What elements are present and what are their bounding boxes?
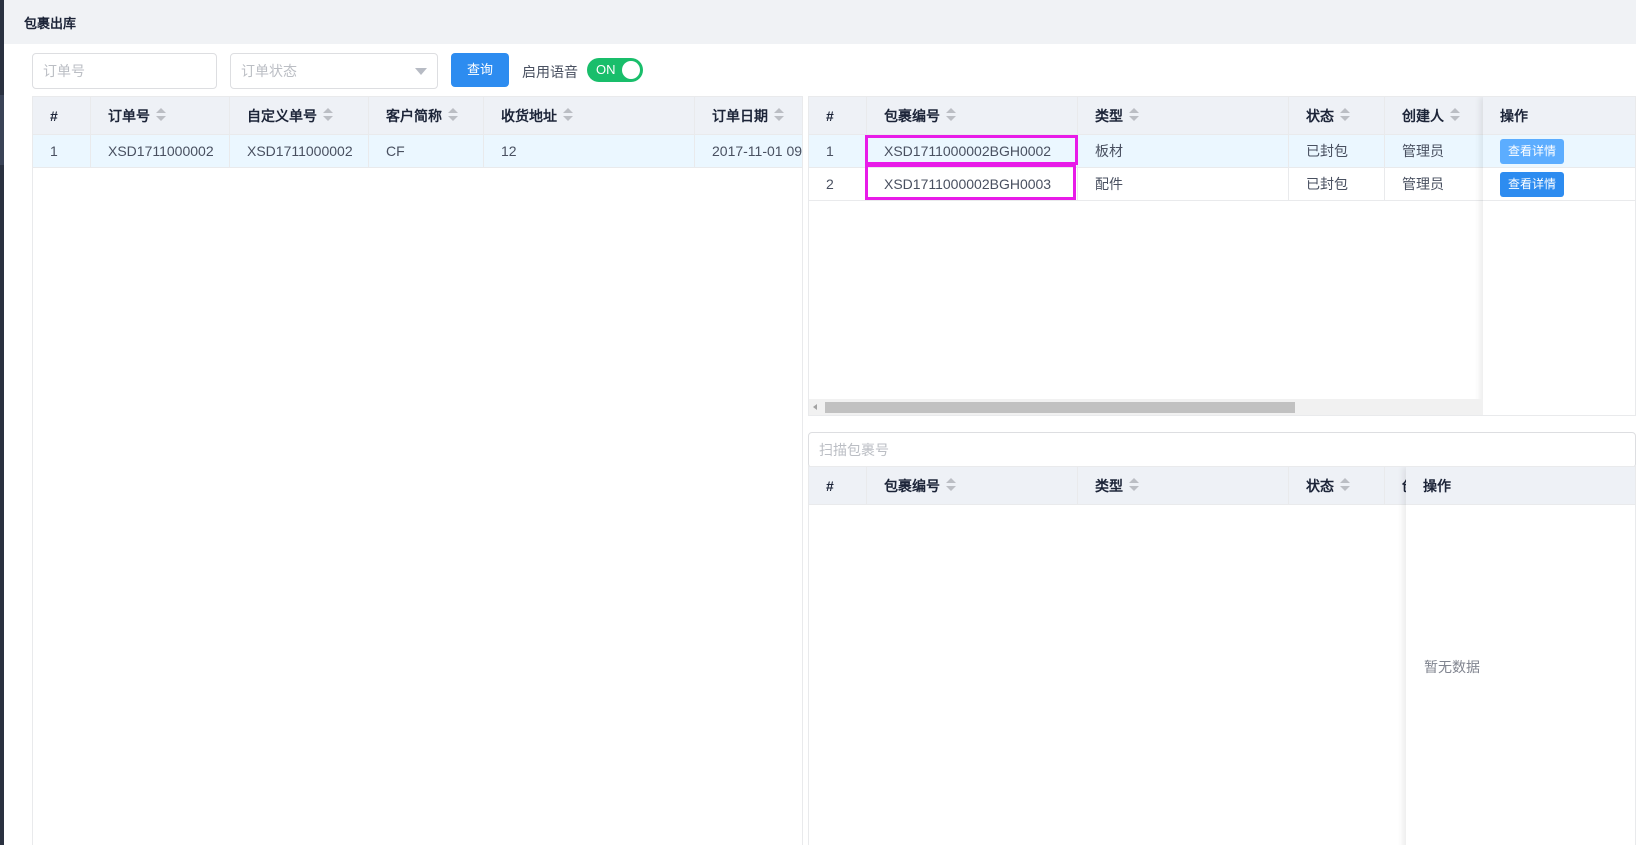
orders-table: # 订单号 自定义单号 客户简称 收货地址 订单日期 1 XSD17110000… [32, 96, 803, 845]
packages-col-package-no[interactable]: 包裹编号 [867, 97, 1078, 135]
cell-order-date: 2017-11-01 09: [712, 143, 803, 159]
action-header: 操作 [1406, 467, 1635, 505]
cell-index: 1 [809, 135, 867, 168]
content-card: 订单号 订单状态 查询 启用语音 ON # 订单号 自定义单号 客户简称 收货地… [24, 44, 1636, 845]
order-no-input[interactable]: 订单号 [32, 53, 217, 89]
orders-table-header: # 订单号 自定义单号 客户简称 收货地址 订单日期 [33, 97, 802, 135]
order-no-placeholder: 订单号 [43, 63, 85, 79]
query-button[interactable]: 查询 [451, 53, 509, 87]
sort-icon[interactable] [323, 108, 333, 122]
action-header: 操作 [1483, 97, 1635, 135]
orders-col-index: # [33, 97, 91, 135]
cell-type: 配件 [1078, 168, 1289, 201]
order-status-placeholder: 订单状态 [241, 63, 297, 79]
sort-icon[interactable] [448, 108, 458, 122]
cell-address: 12 [484, 135, 695, 168]
cell-creator: 管理员 [1402, 143, 1444, 159]
scanned-col-status[interactable]: 状态 [1289, 467, 1385, 505]
action-col-label: 操作 [1423, 478, 1451, 494]
packages-col-type[interactable]: 类型 [1078, 97, 1289, 135]
packages-col-creator[interactable]: 创建人 [1385, 97, 1485, 135]
orders-col-date[interactable]: 订单日期 [695, 97, 802, 135]
left-rail [0, 0, 4, 845]
packages-col-status[interactable]: 状态 [1289, 97, 1385, 135]
scanned-col-type[interactable]: 类型 [1078, 467, 1289, 505]
cell-customer: CF [369, 135, 484, 168]
scanned-table: # 包裹编号 类型 状态 创 操作 暂无数据 [808, 466, 1636, 845]
view-detail-button[interactable]: 查看详情 [1500, 139, 1564, 164]
cell-order-no: XSD1711000002 [91, 135, 230, 168]
sort-icon[interactable] [563, 108, 573, 122]
scan-placeholder: 扫描包裹号 [819, 442, 889, 458]
chevron-down-icon [415, 68, 427, 75]
action-row: 查看详情 [1483, 135, 1635, 168]
toggle-knob [622, 61, 640, 79]
cell-index: 1 [33, 135, 91, 168]
packages-action-column: 操作 查看详情 查看详情 [1483, 97, 1635, 415]
sort-icon[interactable] [1129, 478, 1139, 492]
sort-icon[interactable] [774, 108, 784, 122]
sort-icon[interactable] [1340, 108, 1350, 122]
cell-status: 已封包 [1289, 168, 1385, 201]
cell-custom-no: XSD1711000002 [230, 135, 369, 168]
sort-icon[interactable] [946, 108, 956, 122]
empty-state-text: 暂无数据 [1424, 659, 1480, 675]
sort-icon[interactable] [1340, 478, 1350, 492]
action-row: 查看详情 [1483, 168, 1635, 201]
horizontal-scrollbar[interactable] [809, 399, 1483, 415]
annotation-box [865, 135, 1078, 165]
sort-icon[interactable] [1450, 108, 1460, 122]
cell-index: 2 [809, 168, 867, 201]
scroll-left-icon[interactable] [813, 404, 817, 410]
sort-icon[interactable] [156, 108, 166, 122]
orders-col-order-no[interactable]: 订单号 [91, 97, 230, 135]
orders-col-address[interactable]: 收货地址 [484, 97, 695, 135]
view-detail-button[interactable]: 查看详情 [1500, 172, 1564, 197]
sort-icon[interactable] [1129, 108, 1139, 122]
rail-segment [0, 95, 4, 165]
orders-col-customer[interactable]: 客户简称 [369, 97, 484, 135]
page-title: 包裹出库 [24, 16, 77, 31]
annotation-box [865, 164, 1076, 200]
scanned-action-column: 操作 暂无数据 [1406, 467, 1635, 845]
orders-col-custom-no[interactable]: 自定义单号 [230, 97, 369, 135]
packages-col-index: # [809, 97, 867, 135]
voice-toggle[interactable]: ON [587, 58, 643, 82]
table-row[interactable]: 1 XSD1711000002 XSD1711000002 CF 12 2017… [33, 135, 803, 168]
voice-toggle-text: ON [596, 62, 616, 77]
scrollbar-thumb[interactable] [825, 402, 1295, 413]
order-status-select[interactable]: 订单状态 [230, 53, 438, 89]
cell-creator: 管理员 [1402, 176, 1444, 192]
page-header: 包裹出库 [4, 0, 1636, 44]
scanned-col-package-no[interactable]: 包裹编号 [867, 467, 1078, 505]
scan-package-input[interactable]: 扫描包裹号 [808, 432, 1636, 468]
cell-status: 已封包 [1289, 135, 1385, 168]
action-col-label: 操作 [1500, 108, 1528, 124]
sort-icon[interactable] [946, 478, 956, 492]
scanned-col-index: # [809, 467, 867, 505]
voice-label: 启用语音 [522, 64, 578, 80]
cell-type: 板材 [1078, 135, 1289, 168]
